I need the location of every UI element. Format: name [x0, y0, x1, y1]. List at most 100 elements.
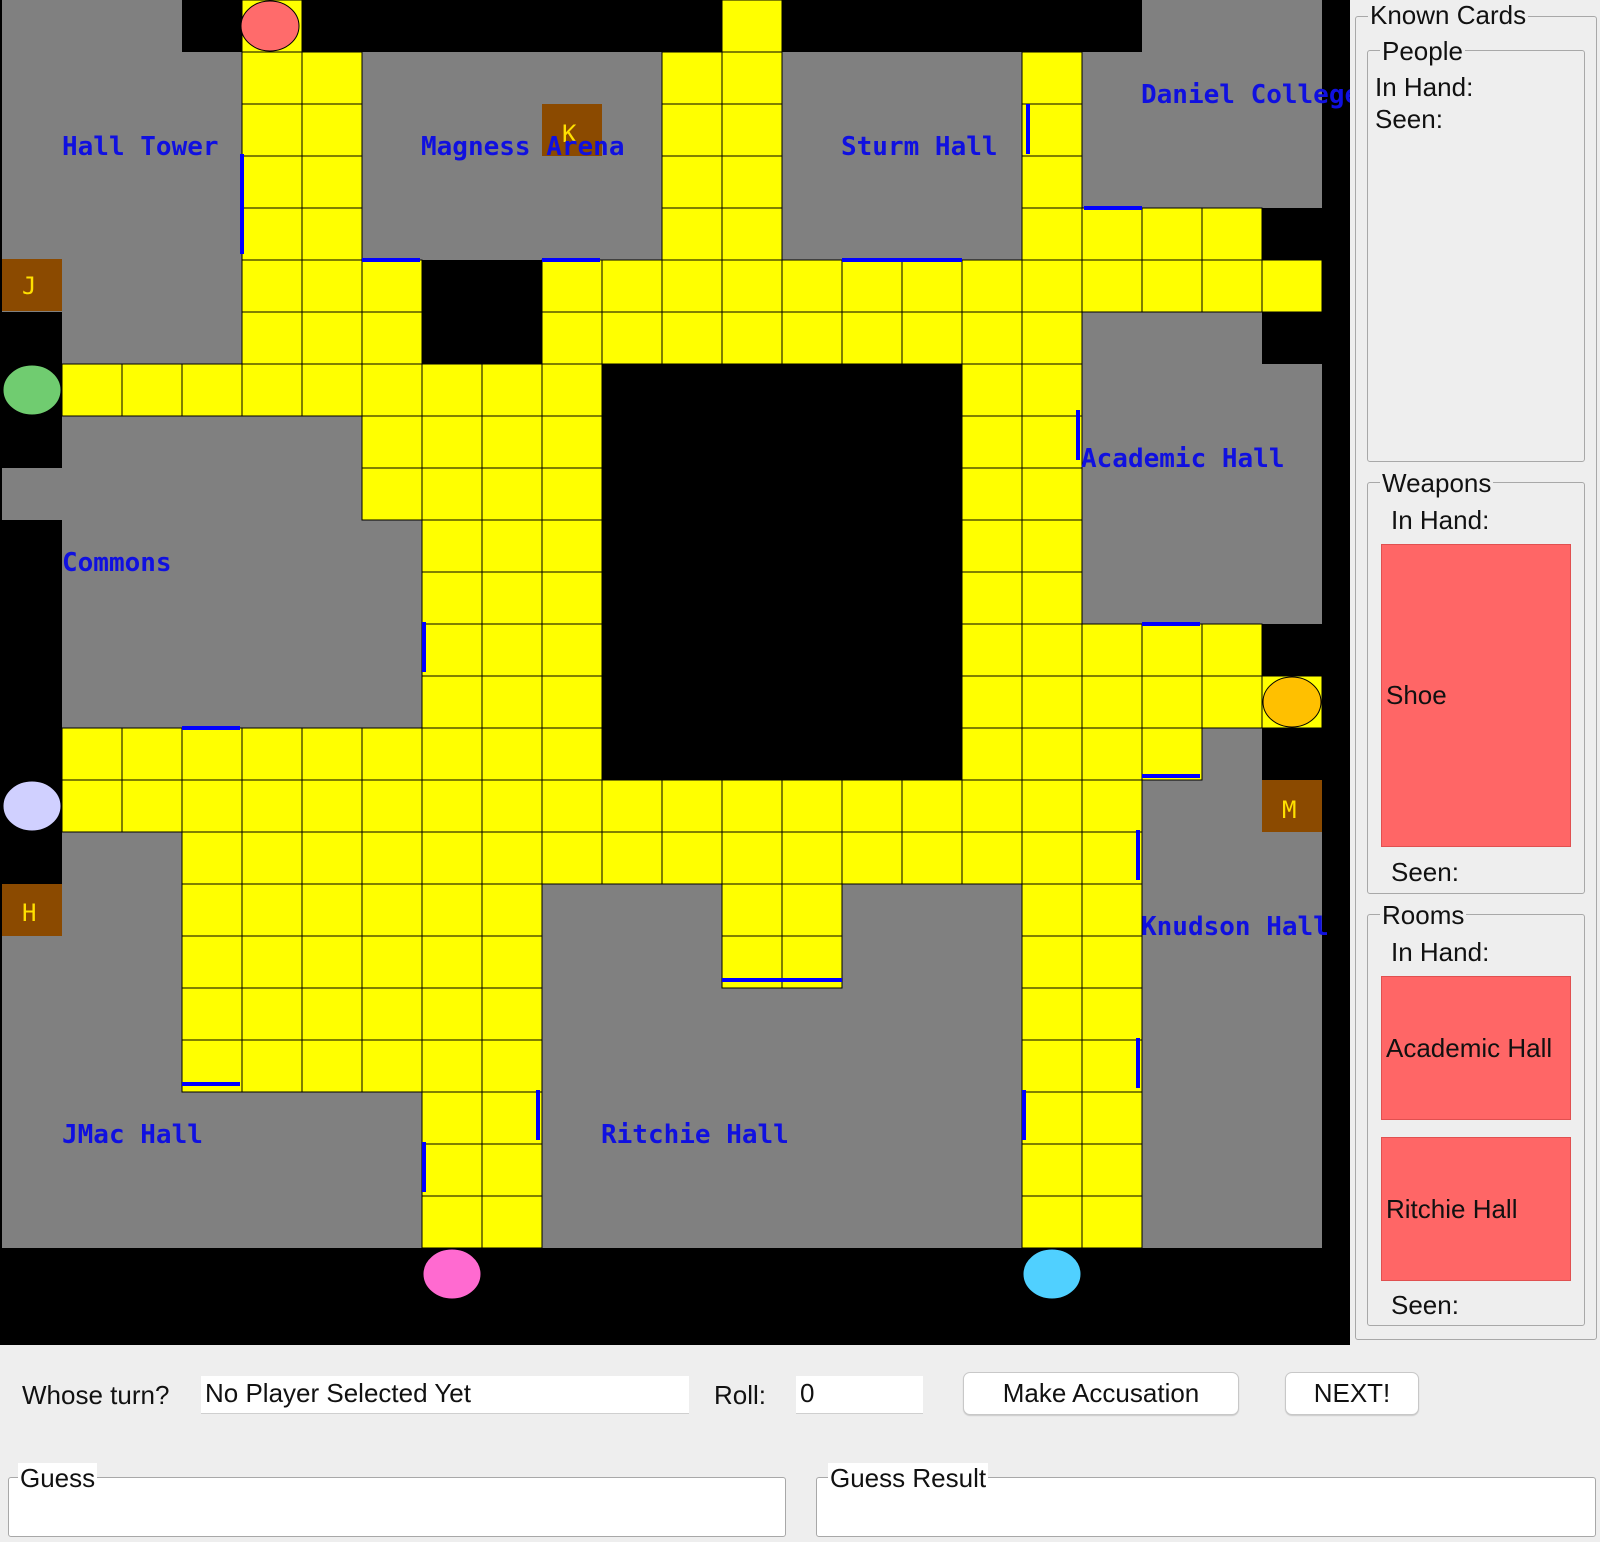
board-cell[interactable]: [661, 155, 723, 209]
board-cell[interactable]: [1141, 727, 1203, 781]
board-cell[interactable]: [481, 779, 543, 833]
board-cell[interactable]: [1021, 103, 1083, 157]
board-cell[interactable]: [601, 779, 663, 833]
board-cell[interactable]: [1021, 831, 1083, 885]
board-cell[interactable]: [301, 935, 363, 989]
board-cell[interactable]: [481, 1091, 543, 1145]
player-token[interactable]: [1022, 1248, 1082, 1300]
board-cell[interactable]: [361, 259, 423, 313]
board-cell[interactable]: [361, 1039, 423, 1093]
roll-field[interactable]: 0: [796, 1376, 923, 1414]
board-cell[interactable]: [541, 415, 603, 469]
board-cell[interactable]: [301, 207, 363, 261]
board-cell[interactable]: [1021, 1039, 1083, 1093]
board-cell[interactable]: [1021, 727, 1083, 781]
board-cell[interactable]: [1081, 1195, 1143, 1249]
board-cell[interactable]: [481, 883, 543, 937]
board-cell[interactable]: [301, 1039, 363, 1093]
board-cell[interactable]: [481, 935, 543, 989]
board-cell[interactable]: [1081, 831, 1143, 885]
board-cell[interactable]: [241, 363, 303, 417]
next-button[interactable]: NEXT!: [1285, 1372, 1419, 1415]
board-cell[interactable]: [1081, 987, 1143, 1041]
board-cell[interactable]: [721, 0, 783, 53]
board-cell[interactable]: [541, 519, 603, 573]
board-cell[interactable]: [1201, 623, 1263, 677]
board-cell[interactable]: [421, 727, 483, 781]
board-cell[interactable]: [421, 831, 483, 885]
board-cell[interactable]: [1021, 51, 1083, 105]
board-cell[interactable]: [721, 259, 783, 313]
board-cell[interactable]: [1081, 623, 1143, 677]
board-cell[interactable]: [961, 727, 1023, 781]
board-cell[interactable]: [961, 779, 1023, 833]
board-cell[interactable]: [1021, 883, 1083, 937]
board-cell[interactable]: [601, 311, 663, 365]
board-cell[interactable]: [961, 259, 1023, 313]
player-token[interactable]: [2, 780, 62, 832]
board-cell[interactable]: [541, 259, 603, 313]
board-cell[interactable]: [361, 935, 423, 989]
board-cell[interactable]: [541, 571, 603, 625]
board-cell[interactable]: [481, 987, 543, 1041]
board-cell[interactable]: [541, 727, 603, 781]
board-cell[interactable]: [121, 363, 183, 417]
game-board[interactable]: J K H M Hall Tower Magness Arena Sturm H…: [0, 0, 1350, 1345]
board-cell[interactable]: [1081, 727, 1143, 781]
board-cell[interactable]: [421, 467, 483, 521]
board-cell[interactable]: [661, 207, 723, 261]
board-cell[interactable]: [241, 155, 303, 209]
board-cell[interactable]: [541, 831, 603, 885]
board-cell[interactable]: [901, 311, 963, 365]
board-cell[interactable]: [121, 727, 183, 781]
board-cell[interactable]: [961, 831, 1023, 885]
board-cell[interactable]: [241, 311, 303, 365]
board-cell[interactable]: [781, 831, 843, 885]
board-cell[interactable]: [1021, 415, 1083, 469]
board-cell[interactable]: [481, 415, 543, 469]
weapon-card[interactable]: Shoe: [1381, 544, 1571, 847]
board-cell[interactable]: [1021, 467, 1083, 521]
board-cell[interactable]: [481, 727, 543, 781]
board-cell[interactable]: [181, 363, 243, 417]
board-cell[interactable]: [1021, 519, 1083, 573]
board-cell[interactable]: [661, 831, 723, 885]
board-cell[interactable]: [301, 51, 363, 105]
guess-panel[interactable]: [8, 1477, 786, 1537]
board-cell[interactable]: [1081, 675, 1143, 729]
board-cell[interactable]: [301, 155, 363, 209]
board-cell[interactable]: [961, 415, 1023, 469]
board-cell[interactable]: [1081, 1091, 1143, 1145]
player-token[interactable]: [240, 0, 300, 52]
player-token[interactable]: [422, 1248, 482, 1300]
board-cell[interactable]: [541, 779, 603, 833]
door-marker-m[interactable]: M: [1262, 780, 1322, 832]
player-token[interactable]: [1262, 676, 1322, 728]
board-cell[interactable]: [301, 779, 363, 833]
board-cell[interactable]: [961, 467, 1023, 521]
board-cell[interactable]: [661, 103, 723, 157]
board-cell[interactable]: [481, 571, 543, 625]
board-cell[interactable]: [541, 623, 603, 677]
board-cell[interactable]: [721, 883, 783, 937]
board-cell[interactable]: [241, 987, 303, 1041]
board-cell[interactable]: [421, 1143, 483, 1197]
board-cell[interactable]: [421, 675, 483, 729]
board-cell[interactable]: [721, 831, 783, 885]
board-cell[interactable]: [1081, 207, 1143, 261]
board-cell[interactable]: [1081, 1039, 1143, 1093]
board-cell[interactable]: [481, 831, 543, 885]
board-cell[interactable]: [1021, 571, 1083, 625]
board-cell[interactable]: [361, 311, 423, 365]
board-cell[interactable]: [241, 727, 303, 781]
board-cell[interactable]: [1141, 675, 1203, 729]
board-cell[interactable]: [1021, 987, 1083, 1041]
board-cell[interactable]: [721, 155, 783, 209]
board-cell[interactable]: [361, 883, 423, 937]
board-cell[interactable]: [481, 1195, 543, 1249]
player-token[interactable]: [2, 364, 62, 416]
board-cell[interactable]: [481, 623, 543, 677]
board-cell[interactable]: [1081, 259, 1143, 313]
board-cell[interactable]: [1021, 259, 1083, 313]
board-cell[interactable]: [721, 103, 783, 157]
